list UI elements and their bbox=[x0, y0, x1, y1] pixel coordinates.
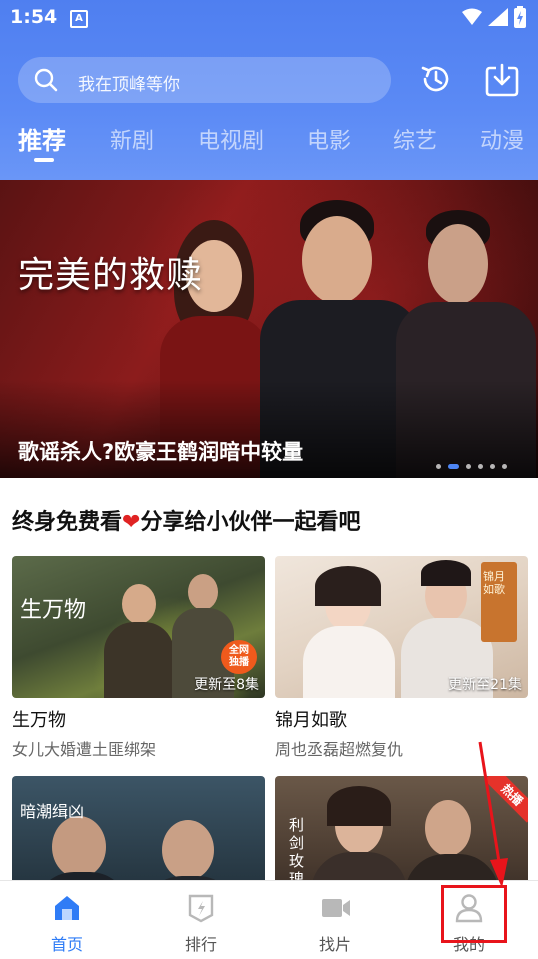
battery-icon bbox=[514, 6, 526, 28]
search-icon bbox=[34, 68, 58, 92]
exclusive-badge: 全网 独播 bbox=[221, 640, 257, 674]
tab-variety[interactable]: 综艺 bbox=[393, 123, 437, 155]
show-subtitle: 周也丞磊超燃复仇 bbox=[275, 740, 404, 759]
nav-ranking[interactable]: 排行 bbox=[134, 881, 268, 959]
nav-find[interactable]: 找片 bbox=[268, 881, 402, 959]
history-icon[interactable] bbox=[419, 62, 453, 96]
ranking-icon bbox=[188, 894, 214, 923]
carousel-dot[interactable] bbox=[466, 464, 471, 469]
episode-update: 更新至8集 bbox=[194, 677, 259, 693]
carousel-dots bbox=[436, 456, 514, 469]
section-title-text-2: 分享给小伙伴一起看吧 bbox=[140, 510, 361, 535]
exclusive-badge-line2: 独播 bbox=[229, 657, 249, 668]
show-title: 锦月如歌 bbox=[275, 710, 347, 731]
search-placeholder: 我在顶峰等你 bbox=[78, 75, 180, 95]
download-icon[interactable] bbox=[484, 62, 520, 98]
section-title: 终身免费看❤分享给小伙伴一起看吧 bbox=[12, 504, 360, 536]
show-art-title: 生万物 bbox=[20, 598, 87, 623]
annotation-highlight-box bbox=[441, 885, 507, 943]
nav-label: 找片 bbox=[318, 935, 351, 954]
show-art-title: 暗潮缉凶 bbox=[20, 802, 85, 821]
tab-tv-series[interactable]: 电视剧 bbox=[198, 123, 264, 155]
hero-banner[interactable]: 完美的救赎 全网 独播 歌谣杀人?欧豪王鹤润暗中较量 bbox=[0, 180, 538, 478]
show-title: 生万物 bbox=[12, 710, 66, 731]
banner-caption: 歌谣杀人?欧豪王鹤润暗中较量 bbox=[18, 440, 304, 464]
status-bar: 1:54 A bbox=[0, 0, 538, 38]
category-tabs: 推荐 新剧 电视剧 电影 综艺 动漫 bbox=[0, 118, 538, 166]
nav-label: 首页 bbox=[50, 935, 83, 954]
tab-recommend[interactable]: 推荐 bbox=[18, 121, 66, 156]
show-subtitle: 女儿大婚遭土匪绑架 bbox=[12, 740, 157, 759]
carousel-dot[interactable] bbox=[502, 464, 507, 469]
show-card[interactable]: 生万物 全网 独播 更新至8集 生万物 女儿大婚遭土匪绑架 bbox=[12, 556, 265, 759]
section-title-text: 终身免费看 bbox=[12, 510, 123, 535]
annotation-arrow bbox=[478, 741, 508, 888]
carousel-dot-active[interactable] bbox=[448, 464, 459, 469]
carousel-dot[interactable] bbox=[490, 464, 495, 469]
heart-icon: ❤ bbox=[122, 510, 141, 535]
signal-icon bbox=[488, 8, 508, 26]
tab-movies[interactable]: 电影 bbox=[307, 123, 351, 155]
exclusive-badge-line1: 全网 bbox=[229, 645, 249, 656]
episode-update: 更新至21集 bbox=[448, 677, 522, 693]
active-tab-indicator bbox=[34, 158, 54, 162]
show-card[interactable]: 锦月如歌 更新至21集 锦月如歌 周也丞磊超燃复仇 bbox=[275, 556, 528, 759]
carousel-dot[interactable] bbox=[478, 464, 483, 469]
show-thumbnail: 锦月如歌 更新至21集 bbox=[275, 556, 528, 698]
nav-home[interactable]: 首页 bbox=[0, 881, 134, 959]
tab-new-drama[interactable]: 新剧 bbox=[110, 123, 154, 155]
show-thumbnail: 生万物 全网 独播 更新至8集 bbox=[12, 556, 265, 698]
notification-icon: A bbox=[70, 10, 88, 28]
show-art-title: 锦月如歌 bbox=[483, 570, 505, 596]
status-time: 1:54 bbox=[10, 6, 58, 28]
banner-show-logo: 完美的救赎 bbox=[18, 255, 204, 296]
tab-anime[interactable]: 动漫 bbox=[480, 123, 524, 155]
carousel-dot[interactable] bbox=[436, 464, 441, 469]
wifi-icon bbox=[462, 8, 482, 25]
search-bar[interactable]: 我在顶峰等你 bbox=[18, 57, 391, 103]
nav-label: 排行 bbox=[184, 935, 217, 954]
show-art-title: 利剑玫瑰 bbox=[289, 816, 305, 888]
home-icon bbox=[55, 896, 79, 920]
video-camera-icon bbox=[322, 899, 350, 917]
